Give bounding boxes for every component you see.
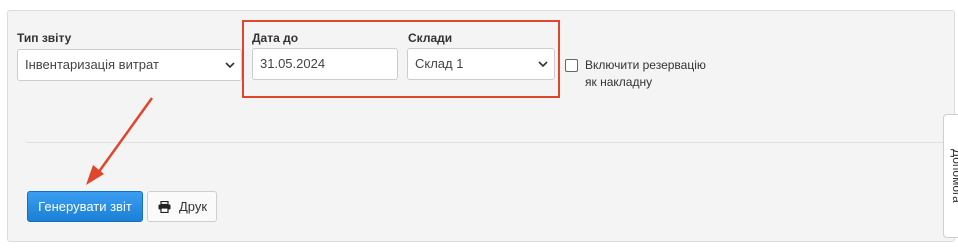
annotation-highlight-box xyxy=(242,20,560,98)
divider xyxy=(26,142,958,143)
help-tab-label: Допомога xyxy=(950,149,958,203)
chevron-down-icon xyxy=(225,62,235,69)
print-button-label: Друк xyxy=(179,199,208,214)
report-type-value: Інвентаризація витрат xyxy=(25,57,159,72)
printer-icon xyxy=(158,201,171,213)
include-reservation-label-line2: як накладну xyxy=(585,75,653,89)
include-reservation-label-line1: Включити резервацію xyxy=(585,58,706,72)
include-reservation-label[interactable]: Включити резервацію як накладну xyxy=(585,57,706,91)
report-type-select[interactable]: Інвентаризація витрат xyxy=(17,49,242,81)
print-button[interactable]: Друк xyxy=(147,191,217,222)
include-reservation-checkbox[interactable] xyxy=(565,59,578,72)
arrow-annotation xyxy=(86,97,154,185)
generate-report-button[interactable]: Генерувати звіт xyxy=(27,191,143,222)
help-tab[interactable]: Допомога xyxy=(943,114,958,238)
report-type-label: Тип звіту xyxy=(17,31,72,45)
